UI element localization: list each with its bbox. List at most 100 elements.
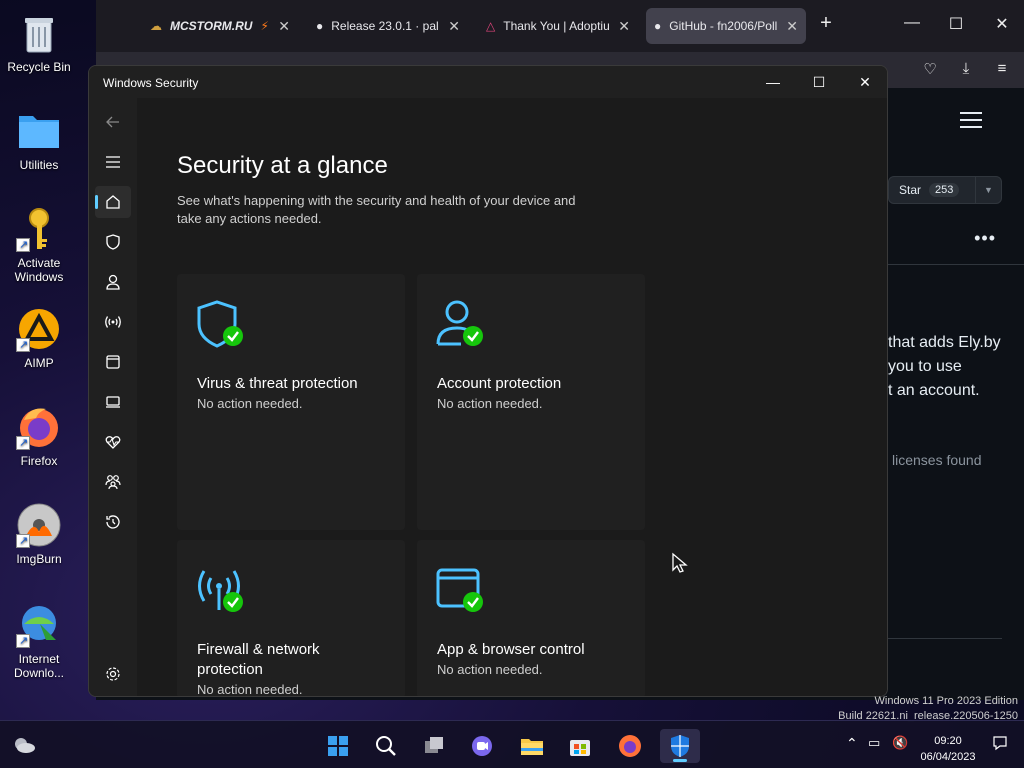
desktop-icon-activate-windows[interactable]: Activate Windows — [4, 206, 74, 284]
desktop-icon-aimp[interactable]: AIMP — [4, 306, 74, 370]
antenna-check-icon — [195, 566, 245, 616]
shortcut-arrow-icon — [16, 436, 30, 450]
firefox-icon[interactable] — [610, 729, 650, 763]
page-title: Security at a glance — [177, 152, 388, 179]
laptop-icon[interactable] — [95, 386, 131, 418]
chevron-up-icon[interactable]: ⌃ — [846, 735, 858, 752]
windows-security-icon[interactable] — [660, 729, 700, 763]
minimize-button[interactable]: — — [902, 14, 922, 32]
desktop-icon-imgburn[interactable]: ImgBurn — [4, 502, 74, 566]
settings-icon[interactable] — [95, 658, 131, 690]
notification-icon[interactable] — [992, 735, 1008, 756]
file-explorer-icon[interactable] — [512, 729, 552, 763]
store-icon[interactable] — [560, 729, 600, 763]
wireless-icon[interactable] — [95, 306, 131, 338]
tile-title: Virus & threat protection — [197, 375, 358, 392]
browser-tab[interactable]: ● Release 23.0.1 · pal1000 ✕ — [308, 8, 468, 44]
close-button[interactable]: ✕ — [992, 14, 1012, 34]
download-icon[interactable]: ⤓ — [956, 60, 976, 80]
repo-description-line: t an account. — [888, 382, 980, 399]
tile-title: Firewall & network protection — [197, 641, 320, 678]
back-icon[interactable] — [95, 106, 131, 138]
minimize-button[interactable]: — — [755, 72, 791, 92]
desktop-icon-label: Recycle Bin — [7, 60, 71, 74]
desktop-icon-label: ImgBurn — [16, 552, 62, 566]
pocket-icon[interactable]: ♡ — [920, 60, 940, 80]
task-view-icon[interactable] — [414, 729, 454, 763]
chat-icon[interactable] — [462, 729, 502, 763]
github-menu-icon[interactable] — [960, 112, 982, 128]
folder-icon — [16, 108, 62, 154]
heart-pulse-icon[interactable] — [95, 426, 131, 458]
browser-tab-label: MCSTORM.RU — [170, 19, 253, 33]
history-icon[interactable] — [95, 506, 131, 538]
tab-close-icon[interactable]: ✕ — [278, 18, 290, 35]
browser-tab[interactable]: △ Thank You | Adoptium ✕ — [478, 8, 638, 44]
desktop-icon-recycle-bin[interactable]: Recycle Bin — [4, 10, 74, 74]
desktop-icon-label: AIMP — [24, 356, 54, 370]
browser-tab[interactable]: ☁ MCSTORM.RU ⚡ ✕ — [142, 8, 298, 44]
taskbar: ⌃ ▭ 🔇 — [0, 720, 1024, 768]
tile-account-protection[interactable]: Account protection No action needed. — [417, 274, 645, 530]
divider — [886, 264, 1024, 265]
tile-firewall-network-protection[interactable]: Firewall & network protection No action … — [177, 540, 405, 696]
clock-time: 09:20 — [934, 735, 962, 747]
home-icon[interactable] — [95, 186, 131, 218]
tab-close-icon[interactable]: ✕ — [448, 18, 460, 35]
maximize-button[interactable]: ☐ — [946, 14, 966, 34]
browser-tab-label: GitHub - fn2006/Poll — [669, 19, 778, 33]
clock[interactable]: 09:20 06/04/2023 — [918, 733, 978, 765]
browser-tab-strip: ☁ MCSTORM.RU ⚡ ✕ ● Release 23.0.1 · pal1… — [96, 0, 1024, 52]
imgburn-icon — [16, 502, 62, 548]
repo-description-line: that adds Ely.by — [888, 334, 1001, 351]
tab-close-icon[interactable]: ✕ — [786, 18, 798, 35]
divider — [886, 638, 1002, 639]
search-icon[interactable] — [366, 729, 406, 763]
new-tab-button[interactable]: + — [816, 12, 836, 35]
tile-status: No action needed. — [197, 396, 303, 411]
browser-tab-active[interactable]: ● GitHub - fn2006/Poll ✕ — [646, 8, 806, 44]
windows-edition-watermark: Windows 11 Pro 2023 Edition — [874, 695, 1019, 707]
tile-virus-threat-protection[interactable]: Virus & threat protection No action need… — [177, 274, 405, 530]
person-check-icon — [435, 300, 485, 350]
weather-icon[interactable] — [12, 735, 36, 760]
chevron-down-icon[interactable]: ▼ — [975, 177, 1001, 203]
desktop-icon-internet-download-manager[interactable]: Internet Downlo... — [4, 602, 74, 680]
shield-icon[interactable] — [95, 226, 131, 258]
shield-check-icon — [195, 300, 245, 350]
star-button[interactable]: Star 253 ▼ — [888, 176, 1002, 204]
family-icon[interactable] — [95, 466, 131, 498]
clock-date: 06/04/2023 — [920, 751, 976, 763]
browser-tab-label: Release 23.0.1 · pal1000 — [331, 19, 439, 33]
tab-close-icon[interactable]: ✕ — [618, 18, 630, 35]
person-icon[interactable] — [95, 266, 131, 298]
tile-status: No action needed. — [437, 662, 543, 677]
desktop-icon-firefox[interactable]: Firefox — [4, 404, 74, 468]
desktop-icon-utilities[interactable]: Utilities — [4, 108, 74, 172]
start-icon[interactable] — [318, 729, 358, 763]
github-icon: ● — [316, 19, 324, 33]
tile-app-browser-control[interactable]: App & browser control No action needed. — [417, 540, 645, 696]
maximize-button[interactable]: ☐ — [801, 72, 837, 92]
desktop-icon-label: Utilities — [19, 158, 59, 172]
app-window-icon[interactable] — [95, 346, 131, 378]
firefox-icon — [16, 404, 62, 450]
shortcut-arrow-icon — [16, 238, 30, 252]
recycle-bin-icon — [16, 10, 62, 56]
page-subtitle: See what's happening with the security a… — [177, 193, 576, 226]
title-bar: Windows Security — ☐ ✕ — [89, 66, 887, 98]
licenses-text: licenses found — [892, 452, 982, 468]
volume-muted-icon[interactable]: 🔇 — [892, 735, 908, 751]
more-options-icon[interactable]: ••• — [974, 228, 996, 249]
close-button[interactable]: ✕ — [847, 72, 883, 92]
windows-security-window: Windows Security — ☐ ✕ Security at a gla… — [88, 65, 888, 697]
internet-download-manager-icon — [16, 602, 62, 648]
menu-icon[interactable] — [95, 146, 131, 178]
network-icon[interactable]: ▭ — [868, 735, 880, 751]
window-title: Windows Security — [103, 76, 199, 90]
shortcut-arrow-icon — [16, 534, 30, 548]
tile-title: Account protection — [437, 375, 562, 392]
app-menu-icon[interactable]: ≡ — [992, 60, 1012, 80]
site-favicon-icon: ☁ — [150, 19, 162, 33]
tile-title: App & browser control — [437, 641, 585, 658]
